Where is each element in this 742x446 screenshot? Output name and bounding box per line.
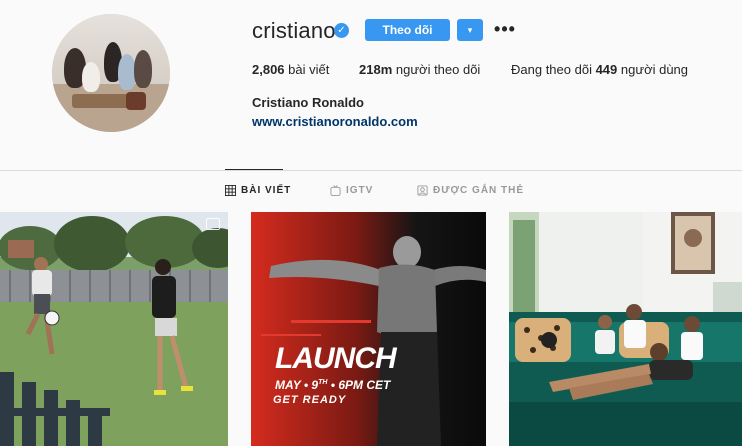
following-stat[interactable]: Đang theo dõi 449 người dùng xyxy=(511,62,688,77)
profile-username: cristiano xyxy=(252,18,336,43)
tab-tagged[interactable]: ĐƯỢC GẮN THẺ xyxy=(417,185,524,196)
launch-ready: GET READY xyxy=(273,394,347,406)
post-1-image xyxy=(0,212,228,446)
launch-date: MAY • 9TH • 6PM CET xyxy=(275,378,390,392)
followers-label: người theo dõi xyxy=(395,62,481,77)
launch-date-a: MAY • 9 xyxy=(275,378,319,392)
tab-posts[interactable]: BÀI VIẾT xyxy=(225,185,291,196)
profile-avatar[interactable] xyxy=(52,14,170,132)
followers-stat[interactable]: 218m người theo dõi xyxy=(359,62,480,77)
active-tab-indicator xyxy=(225,169,283,170)
tabs-divider xyxy=(0,170,742,171)
grid-icon xyxy=(225,185,236,196)
profile-full-name: Cristiano Ronaldo xyxy=(252,95,364,110)
verified-badge-icon: ✓ xyxy=(334,23,349,38)
post-2-image xyxy=(251,212,486,446)
post-3-image xyxy=(509,212,742,446)
tab-tagged-label: ĐƯỢC GẮN THẺ xyxy=(433,185,525,196)
posts-count: 2,806 xyxy=(252,62,285,77)
tab-posts-label: BÀI VIẾT xyxy=(241,185,292,196)
suggested-accounts-dropdown-button[interactable]: ▾ xyxy=(457,19,483,41)
post-thumbnail-3[interactable] xyxy=(509,212,742,446)
launch-date-b: • 6PM CET xyxy=(327,378,391,392)
posts-label: bài viết xyxy=(288,62,330,77)
launch-title: LAUNCH xyxy=(275,342,397,375)
more-options-button[interactable]: ••• xyxy=(494,16,516,42)
tab-igtv[interactable]: IGTV xyxy=(330,185,373,196)
tab-igtv-label: IGTV xyxy=(346,185,374,196)
posts-stat: 2,806 bài viết xyxy=(252,62,329,77)
igtv-icon xyxy=(330,185,341,196)
following-prefix: Đang theo dõi xyxy=(511,62,592,77)
follow-button[interactable]: Theo dõi xyxy=(365,19,450,41)
post-thumbnail-2[interactable]: LAUNCH MAY • 9TH • 6PM CET GET READY xyxy=(251,212,486,446)
profile-website-link[interactable]: www.cristianoronaldo.com xyxy=(252,114,418,129)
tagged-icon xyxy=(417,185,428,196)
following-suffix: người dùng xyxy=(620,62,689,77)
following-count: 449 xyxy=(595,62,618,77)
video-camera-icon xyxy=(206,218,220,230)
followers-count: 218m xyxy=(359,62,393,77)
post-thumbnail-1[interactable] xyxy=(0,212,228,446)
